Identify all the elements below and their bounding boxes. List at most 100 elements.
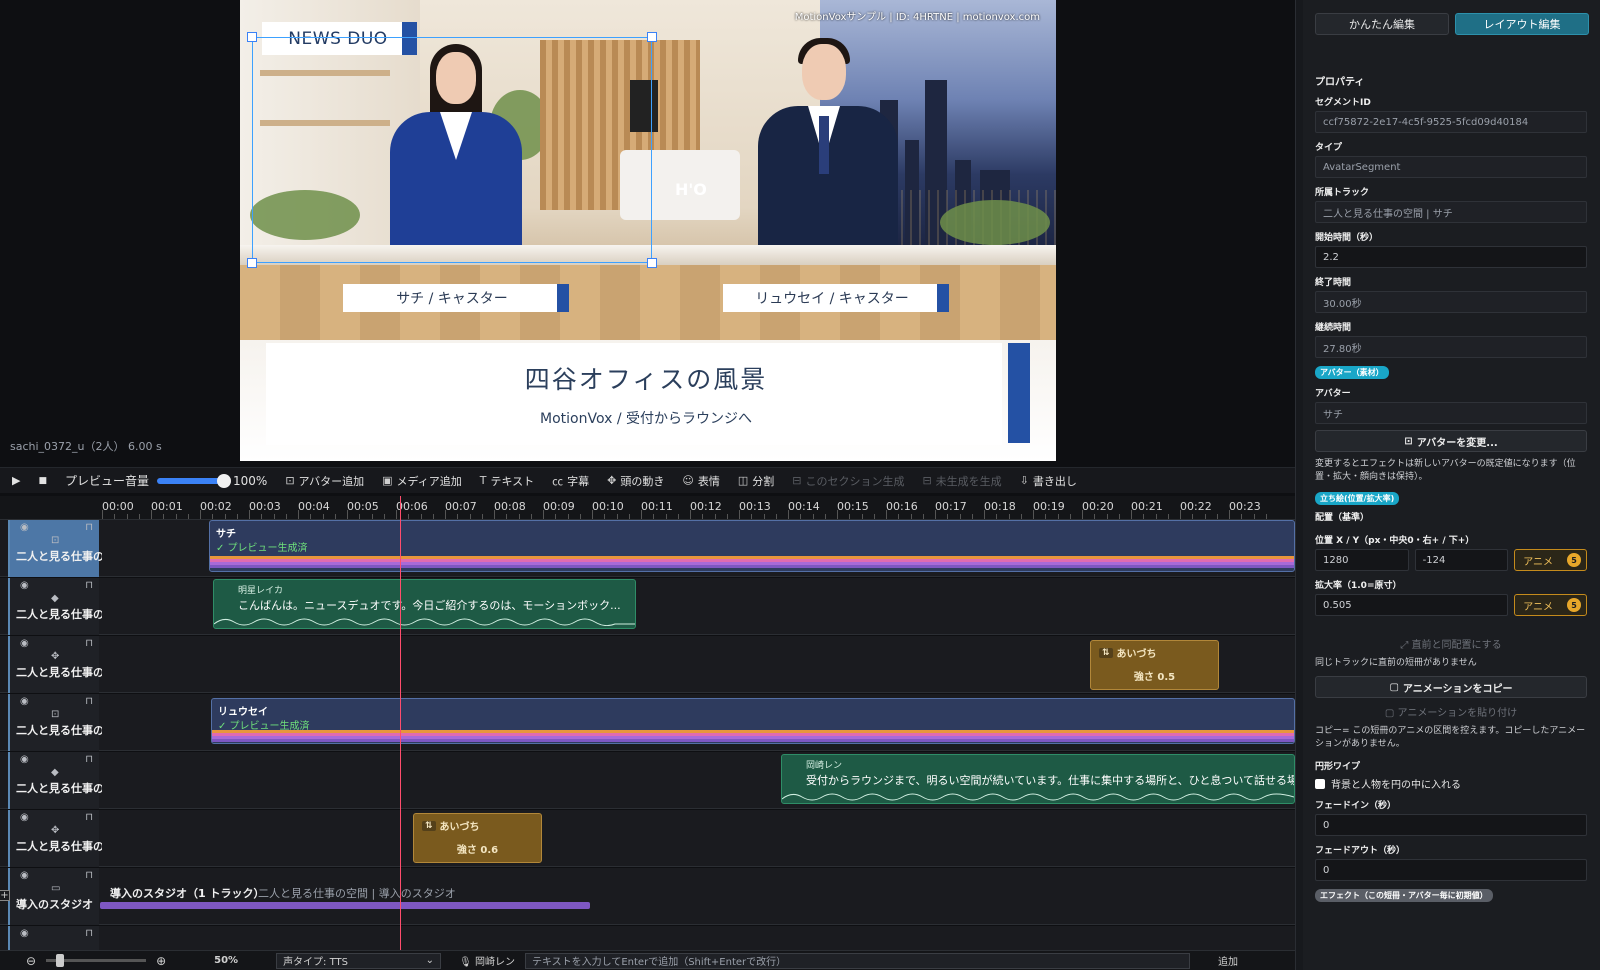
playhead[interactable]: [400, 496, 401, 950]
scale-anime-button[interactable]: アニメ 5: [1514, 594, 1587, 616]
avatar-clip[interactable]: サチ ✓ プレビュー生成済: [209, 520, 1295, 572]
volume-slider[interactable]: [157, 473, 231, 488]
head-motion-button[interactable]: ✥ 頭の動き: [607, 473, 664, 489]
subtitle-button[interactable]: ㏄字幕: [552, 473, 589, 489]
export-button[interactable]: ⇩ 書き出し: [1020, 473, 1077, 489]
eye-icon[interactable]: ◉: [20, 522, 29, 533]
wipe-checkbox[interactable]: [1315, 778, 1325, 789]
lock-icon[interactable]: ⊓: [85, 638, 93, 649]
speech-clip[interactable]: 岡崎レン 受付からラウンジまで、明るい空間が続いています。仕事に集中する場所と、…: [781, 754, 1295, 804]
duration-field: 27.80秒: [1315, 336, 1587, 358]
track-header[interactable]: ◉ ◆ ⊓ 二人と見る仕事の...: [8, 752, 102, 809]
lock-icon[interactable]: ⊓: [85, 812, 93, 823]
resize-handle[interactable]: [247, 32, 257, 42]
name-plate-right[interactable]: リュウセイ / キャスター: [723, 284, 941, 312]
scale-input[interactable]: 0.505: [1315, 594, 1509, 616]
lock-icon[interactable]: ⊓: [85, 696, 93, 707]
nod-icon: ⇅: [1099, 647, 1113, 658]
split-button[interactable]: ◫ 分割: [738, 473, 774, 489]
tab-easy-edit[interactable]: かんたん編集: [1315, 13, 1449, 35]
resize-handle[interactable]: [647, 258, 657, 268]
section-generate-button[interactable]: ⊟ このセクション生成: [792, 473, 904, 489]
wipe-checkbox-row[interactable]: 背景と人物を円の中に入れる: [1315, 776, 1587, 791]
ruler-tick: [151, 510, 152, 519]
eye-icon[interactable]: ◉: [20, 870, 29, 881]
resize-handle[interactable]: [647, 32, 657, 42]
track-header[interactable]: ◉ ⊡ ⊓ 二人と見る仕事の...: [8, 694, 102, 751]
eye-icon[interactable]: ◉: [20, 812, 29, 823]
ruler-tick: [984, 510, 985, 519]
text-entry-input[interactable]: テキストを入力してEnterで追加（Shift+Enterで改行）: [524, 952, 1190, 969]
avatar-face: [802, 44, 846, 100]
group-bar[interactable]: [100, 902, 590, 909]
panel-splitter[interactable]: [1295, 0, 1303, 970]
end-time-field: 30.00秒: [1315, 291, 1587, 313]
text-button[interactable]: T テキスト: [480, 473, 534, 489]
zoom-slider[interactable]: [46, 954, 147, 967]
speaker-selector[interactable]: 🎙 岡崎レン: [459, 953, 515, 968]
paste-animation-button[interactable]: ▢ アニメーションを貼り付け: [1315, 704, 1587, 719]
eye-icon[interactable]: ◉: [20, 928, 29, 939]
stop-button[interactable]: ■: [38, 476, 47, 486]
start-time-label: 開始時間（秒）: [1315, 233, 1379, 243]
timeline-ruler[interactable]: 00:00 00:01 00:02 00:03 00:04 00:05 00:06 00:07…: [0, 496, 1295, 520]
generate-missing-button[interactable]: ⊟ 未生成を生成: [922, 473, 1001, 489]
eye-icon[interactable]: ◉: [20, 580, 29, 591]
volume-knob[interactable]: [217, 473, 231, 488]
lock-icon[interactable]: ⊓: [85, 580, 93, 591]
avatar-icon: ⊡: [1404, 435, 1413, 447]
zoom-out-icon[interactable]: ⊖: [26, 954, 36, 968]
lock-icon[interactable]: ⊓: [85, 522, 93, 533]
ruler-label: 00:08: [494, 500, 526, 513]
position-x-input[interactable]: 1280: [1315, 549, 1409, 571]
lock-icon[interactable]: ⊓: [85, 870, 93, 881]
cc-icon: ㏄: [552, 474, 564, 488]
tab-layout-edit[interactable]: レイアウト編集: [1455, 13, 1589, 35]
expression-button[interactable]: ☺ 表情: [682, 473, 719, 489]
track-header[interactable]: ◉ ✥ ⊓ 二人と見る仕事の...: [8, 810, 102, 867]
name-plate-left[interactable]: サチ / キャスター: [343, 284, 561, 312]
ruler-tick: [555, 514, 557, 519]
lock-icon[interactable]: ⊓: [85, 754, 93, 765]
ruler-tick: [114, 514, 116, 519]
fadein-input[interactable]: 0: [1315, 814, 1587, 836]
speech-clip[interactable]: 明星レイカ こんばんは。ニュースデュオです。今日ご紹介するのは、モーションボック…: [213, 579, 636, 629]
resize-handle[interactable]: [247, 258, 257, 268]
animation-clip[interactable]: ⇅ あいづち 強さ 0.6: [413, 813, 542, 863]
ruler-tick: [298, 510, 299, 519]
track-header[interactable]: ◉ ⊓: [8, 926, 99, 950]
eye-icon[interactable]: ◉: [20, 696, 29, 707]
preview-canvas[interactable]: H'O MotionVoxサンプル | ID: 4HRTNE | motionv…: [240, 0, 1056, 461]
track-header[interactable]: ◉ ◆ ⊓ 二人と見る仕事の...: [8, 578, 102, 635]
change-avatar-button[interactable]: ⊡ アバターを変更...: [1315, 430, 1587, 452]
position-anime-button[interactable]: アニメ 5: [1514, 549, 1587, 571]
play-button[interactable]: ▶: [12, 474, 20, 487]
track-header[interactable]: ◉ ✥ ⊓ 二人と見る仕事の...: [8, 636, 102, 693]
eye-icon[interactable]: ◉: [20, 638, 29, 649]
ruler-label: 00:02: [200, 500, 232, 513]
track-header[interactable]: ◉ ▭ ⊓ 導入のスタジオ: [8, 868, 99, 925]
ruler-tick: [1020, 514, 1022, 519]
same-as-prev-button[interactable]: ⤢ 直前と同配置にする: [1315, 636, 1587, 651]
zoom-knob[interactable]: [56, 954, 65, 967]
lock-icon[interactable]: ⊓: [85, 928, 93, 939]
start-time-input[interactable]: 2.2: [1315, 246, 1587, 268]
expand-group-button[interactable]: +: [0, 890, 10, 901]
add-button[interactable]: 追加: [1218, 953, 1238, 968]
copy-animation-button[interactable]: ▢ アニメーションをコピー: [1315, 676, 1587, 698]
eye-icon[interactable]: ◉: [20, 754, 29, 765]
track-header[interactable]: ◉ ⊡ ⊓ 二人と見る仕事の...: [8, 520, 102, 577]
fadeout-input[interactable]: 0: [1315, 859, 1587, 881]
position-y-input[interactable]: -124: [1414, 549, 1509, 571]
image-icon: ▣: [382, 474, 393, 487]
ruler-tick: [849, 514, 851, 519]
zoom-in-icon[interactable]: ⊕: [156, 954, 166, 968]
add-avatar-button[interactable]: ⊡ アバター追加: [285, 473, 364, 489]
avatar-clip[interactable]: リュウセイ ✓ プレビュー生成済: [211, 698, 1295, 744]
animation-clip[interactable]: ⇅ あいづち 強さ 0.5: [1090, 640, 1219, 690]
move-icon: ✥: [51, 651, 60, 662]
voice-type-select[interactable]: 声タイプ: TTS ⌄: [276, 952, 442, 969]
ruler-tick: [432, 514, 434, 519]
add-media-button[interactable]: ▣ メディア追加: [382, 473, 462, 489]
selection-box[interactable]: [252, 37, 652, 263]
